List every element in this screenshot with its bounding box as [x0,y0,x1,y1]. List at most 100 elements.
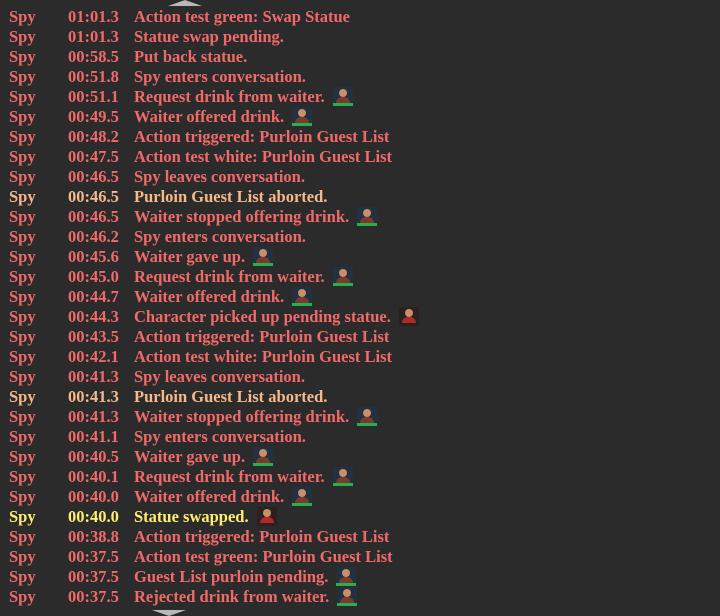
waiter-icon [253,247,274,266]
log-message: Statue swap pending. [134,27,284,47]
log-message: Statue swapped. [134,507,277,527]
log-timestamp: 01:01.3 [68,27,119,46]
character-icon [398,307,419,326]
log-message: Waiter gave up. [134,447,274,467]
log-role: Spy [9,67,36,86]
log-message-text: Spy leaves conversation. [134,367,305,386]
log-message: Guest List purloin pending. [134,567,357,587]
log-role: Spy [9,187,36,206]
log-message: Purloin Guest List aborted. [134,387,327,407]
log-message: Waiter stopped offering drink. [134,407,378,427]
log-timestamp: 00:40.5 [68,447,119,466]
log-row: Spy 00:48.2 Action triggered: Purloin Gues… [0,127,720,147]
log-timestamp: 01:01.3 [68,7,119,26]
log-role: Spy [9,27,36,46]
log-row: Spy 00:40.5 Waiter gave up. [0,447,720,467]
log-message: Waiter offered drink. [134,287,313,307]
log-role: Spy [9,107,36,126]
log-row: Spy 00:38.8 Action triggered: Purloin Gues… [0,527,720,547]
log-message: Rejected drink from waiter. [134,587,358,607]
log-message: Purloin Guest List aborted. [134,187,327,207]
log-row: Spy 00:40.0 Waiter offered drink. [0,487,720,507]
log-message: Action triggered: Purloin Guest List [134,127,389,147]
log-message-text: Action triggered: Purloin Guest List [134,327,390,346]
scroll-up-arrow[interactable] [168,0,202,6]
log-row: Spy 00:37.5 Guest List purloin pending. [0,567,720,587]
log-role: Spy [9,47,36,66]
log-role: Spy [9,367,36,386]
log-timestamp: 00:58.5 [68,47,119,66]
log-message: Action triggered: Purloin Guest List [134,327,389,347]
log-row: Spy 00:37.5 Action test green: Purloin Gue… [0,547,720,567]
log-message: Spy enters conversation. [134,227,306,247]
log-timestamp: 00:41.1 [68,427,119,446]
log-role: Spy [9,547,36,566]
log-timestamp: 00:51.8 [68,67,119,86]
log-role: Spy [9,347,36,366]
log-role: Spy [9,307,36,326]
log-timestamp: 00:41.3 [68,387,119,406]
waiter-icon [292,487,313,506]
log-row: Spy 00:41.3 Waiter stopped offering drink. [0,407,720,427]
log-message: Waiter stopped offering drink. [134,207,378,227]
log-timestamp: 00:44.3 [68,307,119,326]
log-role: Spy [9,147,36,166]
log-timestamp: 00:40.0 [68,507,119,526]
log-timestamp: 00:45.0 [68,267,119,286]
log-role: Spy [9,527,36,546]
log-message-text: Action test white: Purloin Guest List [134,347,393,366]
log-message-text: Request drink from waiter. [134,467,325,486]
log-message: Request drink from waiter. [134,267,353,287]
log-message: Action test green: Purloin Guest List [134,547,393,567]
log-role: Spy [9,567,36,586]
log-row: Spy 00:46.5 Waiter stopped offering drink. [0,207,720,227]
log-role: Spy [9,167,36,186]
log-timestamp: 00:37.5 [68,547,119,566]
waiter-icon [357,407,378,426]
log-role: Spy [9,587,36,606]
log-message: Action test white: Purloin Guest List [134,347,392,367]
log-message: Request drink from waiter. [134,467,353,487]
log-timestamp: 00:37.5 [68,587,119,606]
log-timestamp: 00:46.5 [68,167,119,186]
log-timestamp: 00:40.1 [68,467,119,486]
log-role: Spy [9,287,36,306]
log-message-text: Action test green: Swap Statue [134,7,351,26]
log-row: Spy 00:40.0 Statue swapped. [0,507,720,527]
log-message: Character picked up pending statue. [134,307,419,327]
log-timestamp: 00:49.5 [68,107,119,126]
log-timestamp: 00:43.5 [68,327,119,346]
waiter-icon [336,567,357,586]
scroll-down-arrow[interactable] [152,610,186,616]
log-message: Request drink from waiter. [134,87,353,107]
log-message-text: Action test green: Purloin Guest List [134,547,393,566]
waiter-icon [332,267,353,286]
log-timestamp: 00:45.6 [68,247,119,266]
log-message-text: Waiter offered drink. [134,487,285,506]
log-role: Spy [9,227,36,246]
log-role: Spy [9,7,36,26]
log-message-text: Action test white: Purloin Guest List [134,147,393,166]
log-row: Spy 00:44.3 Character picked up pending st… [0,307,720,327]
log-message: Action test green: Swap Statue [134,7,350,27]
log-row: Spy 00:51.8 Spy enters conversation. [0,67,720,87]
log-message: Waiter gave up. [134,247,274,267]
waiter-icon [332,87,353,106]
log-message-text: Rejected drink from waiter. [134,587,330,606]
log-role: Spy [9,447,36,466]
log-message-text: Request drink from waiter. [134,267,325,286]
log-message: Put back statue. [134,47,247,67]
log-message: Spy leaves conversation. [134,367,305,387]
log-timestamp: 00:46.2 [68,227,119,246]
log-row: Spy 00:43.5 Action triggered: Purloin Gues… [0,327,720,347]
log-row: Spy 01:01.3 Action test green: Swap Statue [0,7,720,27]
log-message-text: Spy enters conversation. [134,227,306,246]
log-timestamp: 00:41.3 [68,367,119,386]
log-row: Spy 00:51.1 Request drink from waiter. [0,87,720,107]
log-timestamp: 00:44.7 [68,287,119,306]
log-timestamp: 00:46.5 [68,187,119,206]
log-message-text: Spy enters conversation. [134,427,306,446]
log-role: Spy [9,427,36,446]
log-message-text: Purloin Guest List aborted. [134,187,328,206]
log-message-text: Put back statue. [134,47,248,66]
